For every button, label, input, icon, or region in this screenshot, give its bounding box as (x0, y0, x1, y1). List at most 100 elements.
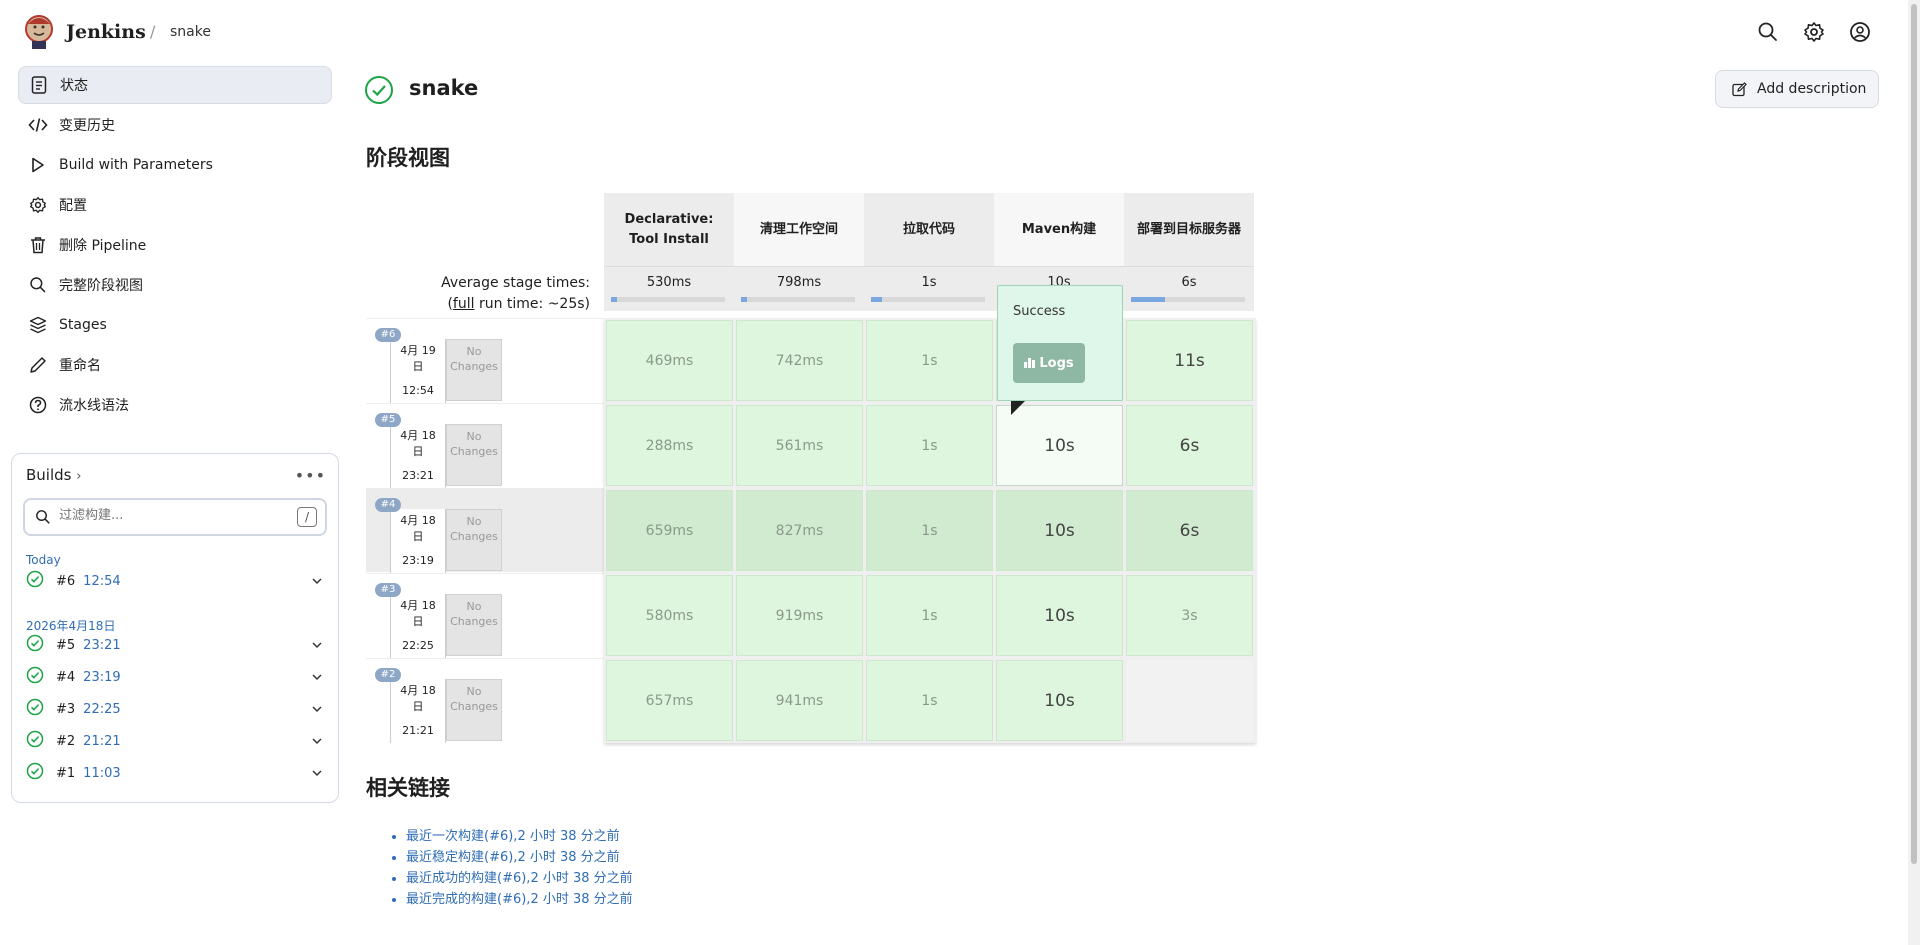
build-time[interactable]: 23:21 (83, 638, 120, 653)
add-description-button[interactable]: Add description (1715, 70, 1879, 108)
sidebar-item-status[interactable]: 状态 (18, 66, 332, 104)
run-badge[interactable]: #5 (375, 413, 401, 427)
related-link[interactable]: 最近完成的构建(#6),2 小时 38 分之前 (406, 889, 633, 910)
page-title: snake (409, 76, 479, 100)
stage-cell[interactable]: 1s (866, 320, 993, 401)
search-icon (35, 509, 51, 529)
chevron-down-icon[interactable] (310, 574, 324, 592)
stage-cell[interactable]: 1s (866, 575, 993, 656)
stage-cell[interactable]: 10s (996, 575, 1123, 656)
stage-cell[interactable]: 657ms (606, 660, 733, 741)
gear-icon[interactable] (1803, 21, 1825, 43)
run-badge[interactable]: #3 (375, 583, 401, 597)
build-time[interactable]: 12:54 (83, 574, 120, 589)
stage-cell[interactable]: 10s (996, 490, 1123, 571)
chevron-down-icon[interactable] (310, 638, 324, 656)
stage-cell[interactable]: 11s (1126, 320, 1253, 401)
build-time[interactable]: 23:19 (83, 670, 120, 685)
stage-cell[interactable]: 6s (1126, 490, 1253, 571)
brand-name[interactable]: Jenkins (66, 21, 146, 43)
sidebar-item-label: 重命名 (59, 358, 101, 374)
run-badge[interactable]: #4 (375, 498, 401, 512)
run-row-header[interactable]: 4月 18 日 22:25 #3 No Changes (366, 573, 604, 658)
stage-cell[interactable]: 1s (866, 660, 993, 741)
stage-cell[interactable]: 1s (866, 405, 993, 486)
related-link[interactable]: 最近一次构建(#6),2 小时 38 分之前 (406, 826, 633, 847)
run-badge[interactable]: #6 (375, 328, 401, 342)
success-check-icon (364, 75, 394, 105)
stage-cell[interactable]: 561ms (736, 405, 863, 486)
sidebar-item-pipeline-syntax[interactable]: 流水线语法 (18, 386, 332, 424)
run-row-header[interactable]: 4月 18 日 21:21 #2 No Changes (366, 658, 604, 743)
scrollbar-thumb[interactable] (1911, 4, 1917, 864)
no-changes-box: No Changes (446, 594, 502, 656)
build-row[interactable]: #5 23:21 (26, 632, 326, 658)
build-number: #5 (56, 637, 76, 653)
stage-cell[interactable]: 469ms (606, 320, 733, 401)
build-filter-input[interactable] (59, 508, 279, 523)
run-row-header[interactable]: 4月 19 日 12:54 #6 No Changes (366, 318, 604, 403)
builds-panel: Builds › ••• / Today #6 12:54 2026年4月18日… (11, 453, 339, 803)
stage-cell[interactable]: 10s (996, 660, 1123, 741)
builds-title[interactable]: Builds › (26, 466, 81, 484)
page-scrollbar[interactable] (1908, 0, 1920, 945)
sidebar-item-configure[interactable]: 配置 (18, 186, 332, 224)
sidebar-item-changes[interactable]: 变更历史 (18, 106, 332, 144)
sidebar-item-full-stage-view[interactable]: 完整阶段视图 (18, 266, 332, 304)
stage-cell[interactable]: 3s (1126, 575, 1253, 656)
no-changes-box: No Changes (446, 509, 502, 571)
run-badge[interactable]: #2 (375, 668, 401, 682)
search-icon[interactable] (1757, 21, 1779, 43)
stage-cell[interactable]: 288ms (606, 405, 733, 486)
build-row[interactable]: #1 11:03 (26, 760, 326, 786)
stage-cell[interactable]: 580ms (606, 575, 733, 656)
build-row[interactable]: #2 21:21 (26, 728, 326, 754)
stage-cell[interactable]: 827ms (736, 490, 863, 571)
logs-button[interactable]: Logs (1013, 343, 1085, 383)
sidebar-item-build-with-parameters[interactable]: Build with Parameters (18, 146, 332, 184)
stage-average: 1s (864, 266, 994, 311)
build-time[interactable]: 22:25 (83, 702, 120, 717)
sidebar-item-delete-pipeline[interactable]: 删除 Pipeline (18, 226, 332, 264)
run-row-header[interactable]: 4月 18 日 23:21 #5 No Changes (366, 403, 604, 488)
stage-cell-hovered[interactable]: 10s (996, 405, 1123, 486)
success-check-icon (26, 698, 44, 720)
avg-progress-fill (611, 297, 617, 302)
stage-header: Declarative: Tool Install (604, 193, 734, 266)
chevron-down-icon[interactable] (310, 670, 324, 688)
more-options-icon[interactable]: ••• (295, 466, 326, 485)
build-filter[interactable]: / (23, 498, 327, 536)
sidebar-item-stages[interactable]: Stages (18, 306, 332, 344)
run-row-header[interactable]: 4月 18 日 23:19 #4 No Changes (366, 488, 604, 573)
stage-cell[interactable]: 1s (866, 490, 993, 571)
build-time[interactable]: 11:03 (83, 766, 120, 781)
avg-label-line1: Average stage times: (441, 275, 590, 291)
chevron-down-icon[interactable] (310, 734, 324, 752)
stage-cell[interactable]: 941ms (736, 660, 863, 741)
related-link[interactable]: 最近稳定构建(#6),2 小时 38 分之前 (406, 847, 633, 868)
stage-cell[interactable]: 6s (1126, 405, 1253, 486)
related-link[interactable]: 最近成功的构建(#6),2 小时 38 分之前 (406, 868, 633, 889)
build-row[interactable]: #3 22:25 (26, 696, 326, 722)
breadcrumb-job[interactable]: snake (170, 24, 211, 40)
no-changes-box: No Changes (446, 424, 502, 486)
help-icon (28, 395, 48, 415)
stage-cell[interactable]: 919ms (736, 575, 863, 656)
build-row[interactable]: #4 23:19 (26, 664, 326, 690)
chevron-down-icon[interactable] (310, 766, 324, 784)
stage-cell[interactable]: 659ms (606, 490, 733, 571)
full-run-link[interactable]: full (453, 296, 475, 312)
jenkins-logo[interactable] (24, 14, 54, 50)
user-circle-icon[interactable] (1849, 21, 1871, 43)
stage-cell[interactable]: 742ms (736, 320, 863, 401)
build-number: #2 (56, 733, 76, 749)
build-time[interactable]: 21:21 (83, 734, 120, 749)
sidebar-item-label: 完整阶段视图 (59, 278, 143, 294)
stage-average: 6s (1124, 266, 1254, 311)
chevron-down-icon[interactable] (310, 702, 324, 720)
gear-icon (28, 195, 48, 215)
build-number: #6 (56, 573, 76, 589)
code-icon (28, 115, 48, 135)
sidebar-item-rename[interactable]: 重命名 (18, 346, 332, 384)
build-row[interactable]: #6 12:54 (26, 568, 326, 594)
